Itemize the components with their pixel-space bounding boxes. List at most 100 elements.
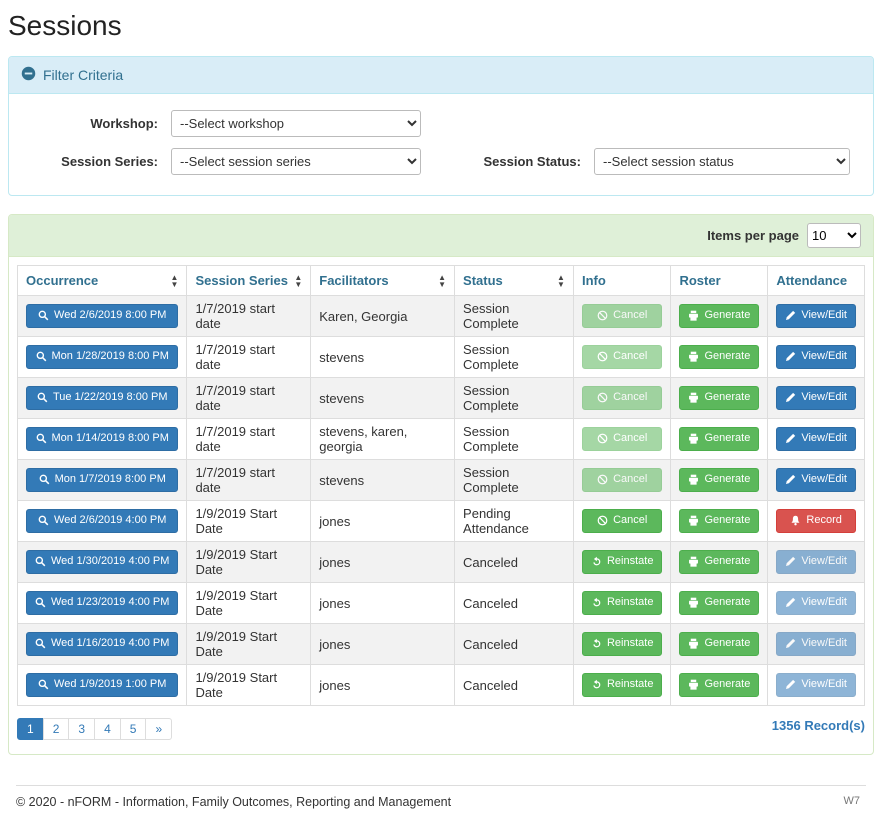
session-series-cell: 1/7/2019 start date [187,337,311,378]
column-header-occurrence[interactable]: Occurrence ▲▼ [18,266,187,296]
pagination-page-4[interactable]: 4 [94,718,121,740]
column-header-attendance: Attendance [768,266,865,296]
session-series-label: Session Series: [9,154,171,169]
occurrence-cell: Wed 1/30/2019 4:00 PM [18,542,187,583]
attendance-action-button[interactable]: View/Edit [776,345,856,368]
status-cell: Canceled [455,542,574,583]
attendance-action-button[interactable]: View/Edit [776,427,856,450]
session-series-cell: 1/9/2019 Start Date [187,501,311,542]
pagination-page-3[interactable]: 3 [68,718,95,740]
sort-icon[interactable]: ▲▼ [438,274,446,288]
column-header-facilitators[interactable]: Facilitators ▲▼ [311,266,455,296]
sessions-table-panel: Items per page 10 Occurrence ▲▼ Session … [8,214,874,755]
info-action-button[interactable]: Reinstate [582,673,662,696]
collapse-icon[interactable] [21,66,36,84]
info-action-button[interactable]: Cancel [582,386,662,409]
occurrence-button[interactable]: Mon 1/28/2019 8:00 PM [26,345,178,368]
roster-generate-button[interactable]: Generate [679,632,759,655]
occurrence-cell: Wed 1/16/2019 4:00 PM [18,624,187,665]
attendance-cell: View/Edit [768,624,865,665]
column-header-session-series[interactable]: Session Series ▲▼ [187,266,311,296]
roster-generate-button[interactable]: Generate [679,427,759,450]
info-cell: Reinstate [573,542,670,583]
roster-generate-button[interactable]: Generate [679,591,759,614]
attendance-action-button[interactable]: View/Edit [776,304,856,327]
occurrence-cell: Mon 1/7/2019 8:00 PM [18,460,187,501]
roster-generate-button[interactable]: Generate [679,468,759,491]
bell-icon [790,515,801,526]
roster-generate-button[interactable]: Generate [679,550,759,573]
occurrence-button[interactable]: Wed 1/16/2019 4:00 PM [26,632,178,655]
attendance-action-button[interactable]: View/Edit [776,386,856,409]
attendance-action-button[interactable]: View/Edit [776,591,856,614]
attendance-action-button[interactable]: View/Edit [776,468,856,491]
items-per-page-select[interactable]: 10 [807,223,861,248]
table-footer: 12345» 1356 Record(s) [9,706,873,754]
occurrence-button[interactable]: Wed 1/23/2019 4:00 PM [26,591,178,614]
occurrence-button[interactable]: Wed 2/6/2019 8:00 PM [26,304,178,327]
info-cell: Cancel [573,501,670,542]
info-cell: Cancel [573,419,670,460]
attendance-action-button[interactable]: Record [776,509,856,532]
pagination-page-1[interactable]: 1 [17,718,44,740]
session-series-cell: 1/7/2019 start date [187,419,311,460]
status-cell: Session Complete [455,419,574,460]
info-action-button[interactable]: Reinstate [582,632,662,655]
occurrence-label: Wed 2/6/2019 4:00 PM [54,513,166,528]
occurrence-button[interactable]: Tue 1/22/2019 8:00 PM [26,386,178,409]
sort-icon[interactable]: ▲▼ [294,274,302,288]
occurrence-button[interactable]: Wed 2/6/2019 4:00 PM [26,509,178,532]
occurrence-cell: Mon 1/28/2019 8:00 PM [18,337,187,378]
print-icon [688,310,699,321]
info-action-button[interactable]: Cancel [582,468,662,491]
roster-generate-button[interactable]: Generate [679,673,759,696]
info-action-button[interactable]: Cancel [582,427,662,450]
roster-generate-button[interactable]: Generate [679,345,759,368]
table-row: Tue 1/22/2019 8:00 PM 1/7/2019 start dat… [18,378,865,419]
roster-generate-button[interactable]: Generate [679,386,759,409]
workshop-select[interactable]: --Select workshop [171,110,421,137]
workshop-label: Workshop: [9,116,171,131]
occurrence-button[interactable]: Mon 1/7/2019 8:00 PM [26,468,178,491]
undo-icon [591,597,602,608]
info-action-button[interactable]: Cancel [582,304,662,327]
pagination-next[interactable]: » [145,718,172,740]
pagination-page-5[interactable]: 5 [120,718,147,740]
attendance-action-button[interactable]: View/Edit [776,673,856,696]
table-row: Wed 1/30/2019 4:00 PM 1/9/2019 Start Dat… [18,542,865,583]
occurrence-button[interactable]: Mon 1/14/2019 8:00 PM [26,427,178,450]
search-icon [38,310,49,321]
session-series-select[interactable]: --Select session series [171,148,421,175]
filter-criteria-header[interactable]: Filter Criteria [9,57,873,94]
occurrence-button[interactable]: Wed 1/9/2019 1:00 PM [26,673,178,696]
table-row: Wed 1/23/2019 4:00 PM 1/9/2019 Start Dat… [18,583,865,624]
status-cell: Canceled [455,624,574,665]
occurrence-label: Mon 1/28/2019 8:00 PM [52,349,169,364]
roster-generate-button[interactable]: Generate [679,509,759,532]
session-status-label: Session Status: [459,154,594,169]
info-action-button[interactable]: Cancel [582,509,662,532]
facilitators-cell: jones [311,501,455,542]
occurrence-label: Wed 2/6/2019 8:00 PM [54,308,166,323]
facilitators-cell: stevens [311,378,455,419]
column-header-status[interactable]: Status ▲▼ [455,266,574,296]
info-action-button[interactable]: Reinstate [582,550,662,573]
occurrence-button[interactable]: Wed 1/30/2019 4:00 PM [26,550,178,573]
attendance-action-button[interactable]: View/Edit [776,550,856,573]
print-icon [688,515,699,526]
sort-icon[interactable]: ▲▼ [171,274,179,288]
ban-icon [597,310,608,321]
occurrence-label: Wed 1/30/2019 4:00 PM [51,554,169,569]
roster-generate-button[interactable]: Generate [679,304,759,327]
table-row: Wed 1/9/2019 1:00 PM 1/9/2019 Start Date… [18,665,865,706]
session-status-select[interactable]: --Select session status [594,148,850,175]
occurrence-label: Wed 1/16/2019 4:00 PM [51,636,169,651]
attendance-action-button[interactable]: View/Edit [776,632,856,655]
pagination-page-2[interactable]: 2 [43,718,70,740]
roster-cell: Generate [671,624,768,665]
ban-icon [597,351,608,362]
info-action-button[interactable]: Cancel [582,345,662,368]
sort-icon[interactable]: ▲▼ [557,274,565,288]
info-action-button[interactable]: Reinstate [582,591,662,614]
status-cell: Session Complete [455,378,574,419]
